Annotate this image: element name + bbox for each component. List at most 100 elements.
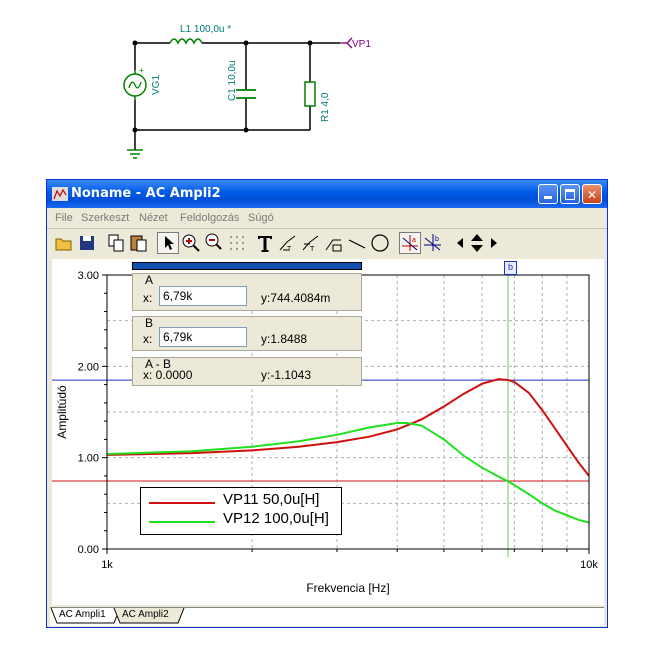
cursor-a-box: A x: 6,79k y:744.4084m [132,273,362,311]
svg-text:+: + [139,66,144,75]
zoom-in-button[interactable] [180,232,202,254]
y-axis-label: Amplitúdó [55,385,69,439]
cursor-a-icon: a [402,235,418,251]
tab-bar: AC Ampli1 AC Ampli2 [50,607,604,626]
y-tick-label: 3.00 [78,270,99,282]
curve-text3-icon [325,239,342,252]
title-bar[interactable]: Noname - AC Ampli2 ✕ [47,180,607,208]
tab-ac-ampli1[interactable]: AC Ampli1 [59,609,106,624]
probe-label: VP1 [352,39,371,50]
legend-label-vp11: VP11 50,0u[H] [223,491,320,508]
app-icon [52,187,68,201]
ellipse-button[interactable] [369,232,391,254]
save-button[interactable] [76,232,98,254]
copy-button[interactable] [105,232,127,254]
maximize-icon [565,189,575,200]
ground-symbol [127,149,143,159]
menu-file[interactable]: File [55,212,73,224]
circuit-schematic: + L1 100,0u * VP1 C1 10,0u R1 4,0 VG1 [123,24,371,159]
wire-bottom [134,100,310,131]
window-title: Noname - AC Ampli2 [71,186,221,201]
zoom-100-icon [205,233,222,250]
open-icon [55,238,72,251]
pointer-icon [165,236,174,250]
cursor-a-x-label: x: [143,291,153,305]
toolbar: T T a b [53,231,513,257]
legend-label-vp12: VP12 100,0u[H] [223,510,329,527]
menu-bar: File Szerkeszt Nézet Feldolgozás Súgó [47,209,607,227]
cursor-diff-x-value: x: 0.0000 [143,368,193,382]
cursor-b-x-input[interactable]: 6,79k [159,327,247,347]
inductor-symbol [169,38,203,45]
legend: VP11 50,0u[H] VP12 100,0u[H] [140,487,342,535]
menu-process[interactable]: Feldolgozás [180,212,239,224]
arrow-right-button[interactable] [488,232,500,254]
resistor-label: R1 4,0 [320,92,331,122]
junction [132,40,138,46]
cursor-diff-box: A - B x: 0.0000 y:-1.1043 [132,357,362,386]
curve-text2-icon: T [302,235,319,253]
x-tick-label: 10k [580,559,598,571]
cursor-b-button[interactable]: b [422,232,444,254]
cursor-b-y-value: y:1.8488 [261,332,308,346]
y-tick-label: 0.00 [78,544,99,556]
close-button[interactable]: ✕ [582,184,602,204]
cursor-diff-y-value: y:-1.1043 [261,368,312,382]
menu-edit[interactable]: Szerkeszt [81,212,129,224]
cursor-b-marker[interactable]: b [504,261,517,275]
zoom-in-icon [182,234,200,252]
series-line-vp11 [106,378,590,477]
pointer-button[interactable] [157,232,179,254]
cursor-b-icon: b [424,234,441,251]
x-axis-label: Frekvencia [Hz] [306,581,389,595]
source-symbol: + [123,66,147,100]
close-icon: ✕ [586,188,598,202]
arrow-left-button[interactable] [454,232,466,254]
arrow-updown-icon [471,234,483,252]
maximize-button[interactable] [560,184,580,204]
arrow-updown-button[interactable] [467,232,487,254]
open-button[interactable] [53,232,75,254]
cursor-b-box: B x: 6,79k y:1.8488 [132,316,362,351]
curve-text2-button[interactable]: T [300,232,322,254]
cursor-a-caption: A [145,273,154,287]
capacitor-label: C1 10,0u [227,60,238,101]
ellipse-icon [371,234,389,252]
arrow-left-icon [457,238,463,248]
grid-button[interactable] [226,232,248,254]
paste-button[interactable] [128,232,150,254]
plot-area[interactable]: 0.00 1.00 2.00 3.00 1k 10k Frekvencia [Hz] Ampl… [52,259,604,605]
svg-text:b: b [435,236,439,243]
save-icon [80,236,94,250]
copy-icon [108,234,124,252]
svg-text:T: T [310,246,315,253]
y-tick-label: 2.00 [78,361,99,373]
junction [307,40,313,46]
source-label: VG1 [151,75,162,95]
minimize-button[interactable] [538,184,558,204]
legend-swatch-vp12 [149,521,215,523]
ac-analysis-window: Noname - AC Ampli2 ✕ File Szerkeszt Néze… [46,179,608,628]
line-button[interactable] [346,232,368,254]
zoom-100-button[interactable] [203,232,225,254]
cursor-a-y-value: y:744.4084m [261,291,331,305]
y-tick-label: 1.00 [78,453,99,465]
inductor-label: L1 100,0u * [180,24,231,35]
line-icon [348,239,366,249]
cursor-a-x-input[interactable]: 6,79k [159,286,247,306]
probe-symbol [340,37,353,49]
curve-text3-button[interactable] [323,232,345,254]
menu-view[interactable]: Nézet [139,212,168,224]
cursor-a-button[interactable]: a [399,232,421,254]
text-button[interactable] [254,232,276,254]
menu-help[interactable]: Súgó [248,212,274,224]
minimize-icon [544,196,552,199]
junction [132,127,138,133]
junction [243,127,249,133]
text-icon [258,236,272,252]
paste-icon [130,235,147,252]
grid-icon [230,236,244,250]
tab-ac-ampli2[interactable]: AC Ampli2 [122,609,169,624]
curve-text-button[interactable]: T [277,232,299,254]
curve-text-icon: T [279,235,296,253]
